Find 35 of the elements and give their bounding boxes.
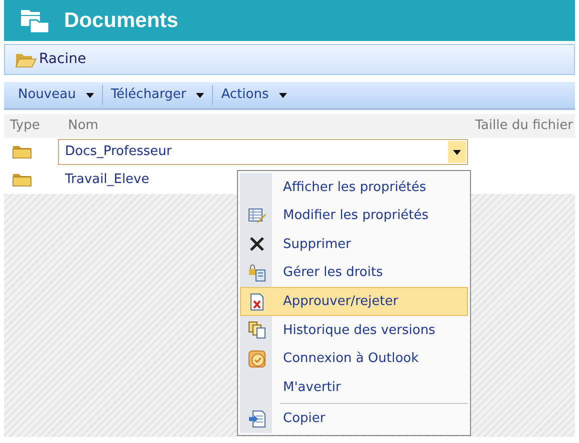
folders-icon [20,8,50,34]
documents-icon [248,321,266,340]
document-x-icon [249,292,265,311]
menu-item[interactable]: Modifier les propriétés [240,202,468,230]
menu-item[interactable]: Supprimer [240,230,468,259]
delete-icon [249,236,265,252]
column-header[interactable]: Taille du fichier [475,116,575,136]
folder-icon [12,173,32,187]
caret-icon [278,92,287,98]
breadcrumb-link[interactable]: Racine [39,49,86,70]
file-link[interactable]: Travail_Eleve [65,170,150,190]
column-header[interactable]: Nom [58,116,98,136]
toolbar-menu-button[interactable]: Actions [213,85,295,105]
toolbar-menu-button[interactable]: Télécharger [102,85,214,105]
menu-item[interactable]: Historique des versions [240,316,468,345]
page-title: Documents [64,8,178,34]
table-edit-icon [248,208,266,224]
caret-icon [196,92,204,98]
menu-item[interactable]: Connexion à Outlook [240,344,468,374]
folder-icon [12,145,32,159]
dropdown-button[interactable] [448,141,466,163]
copy-icon [248,410,266,428]
menu-item[interactable]: M'avertir [240,373,468,402]
caret-icon [453,150,461,154]
folder-icon [15,52,37,68]
name-field[interactable]: Docs_Professeur [58,139,468,165]
clock-icon [248,350,266,368]
column-header[interactable]: Type [4,116,58,136]
menu-item[interactable]: Approuver/rejeter [240,287,468,316]
lock-document-icon [248,264,266,282]
menu-item[interactable]: Afficher les propriétés [240,173,468,202]
toolbar-menu-button[interactable]: Nouveau [10,85,103,105]
menu-item[interactable]: Copier [240,404,468,434]
menu-item[interactable]: Gérer les droits [240,258,468,288]
caret-icon [86,92,94,98]
